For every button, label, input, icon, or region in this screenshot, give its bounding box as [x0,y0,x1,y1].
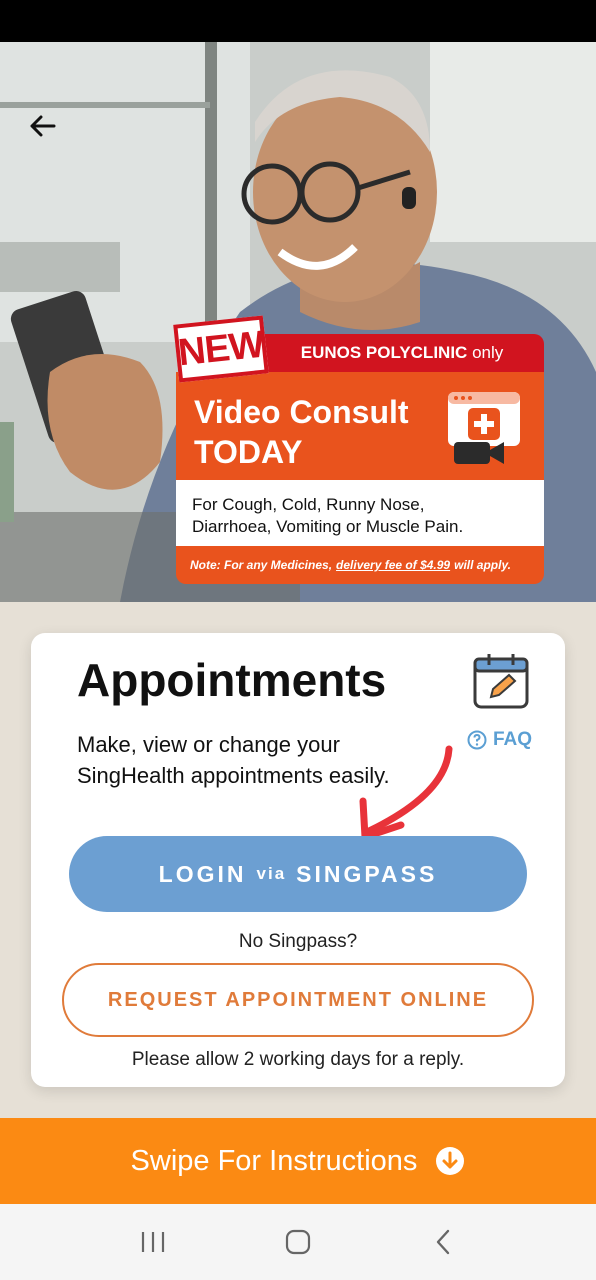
faq-link[interactable]: FAQ [467,729,532,751]
question-circle-icon [467,730,487,750]
appointments-card: Appointments FAQ Make, view or change yo… [31,633,565,1087]
new-badge: NEW [173,315,269,383]
reply-note: Please allow 2 working days for a reply. [131,1049,465,1070]
card-title: Appointments [77,654,387,706]
chevron-left-icon [437,1229,450,1255]
arrow-left-icon [30,115,56,137]
calendar-edit-icon [473,654,529,709]
swipe-label: Swipe For Instructions [130,1144,418,1177]
no-singpass-text: No Singpass? [238,931,358,952]
back-button[interactable] [22,106,62,146]
recent-apps-button[interactable] [128,1217,178,1267]
promo-body: Video Consult TODAY [176,372,544,480]
video-consult-promo[interactable]: EUNOS POLYCLINIC only NEW Video Consult … [173,315,544,584]
promo-note: Note: For any Medicines, delivery fee of… [176,546,544,584]
status-bar [0,0,596,42]
promo-title: Video Consult TODAY [194,394,409,470]
login-via-label: via [256,864,287,883]
delivery-fee-link[interactable]: delivery fee of $4.99 [336,558,450,572]
system-nav-bar [0,1204,596,1280]
home-button[interactable] [273,1217,323,1267]
arrow-down-circle-icon [436,1147,465,1175]
request-appointment-button[interactable]: REQUEST APPOINTMENT ONLINE [62,963,534,1037]
recent-apps-icon [141,1232,164,1252]
home-icon [285,1229,311,1255]
annotation-arrow-icon [359,745,453,841]
card-description: Make, view or change your SingHealth app… [77,732,390,788]
swipe-instructions-bar[interactable]: Swipe For Instructions [0,1118,596,1204]
promo-subtitle: For Cough, Cold, Runny Nose, Diarrhoea, … [176,480,544,546]
video-consult-icon [448,392,520,464]
singpass-label: SINGPASS [296,860,438,887]
faq-label: FAQ [493,729,533,750]
hero-banner: EUNOS POLYCLINIC only NEW Video Consult … [0,42,596,602]
login-label: LOGIN [158,860,247,887]
system-back-button[interactable] [418,1217,468,1267]
promo-header: EUNOS POLYCLINIC only [260,334,544,372]
login-singpass-button[interactable]: LOGIN via SINGPASS [69,836,527,912]
